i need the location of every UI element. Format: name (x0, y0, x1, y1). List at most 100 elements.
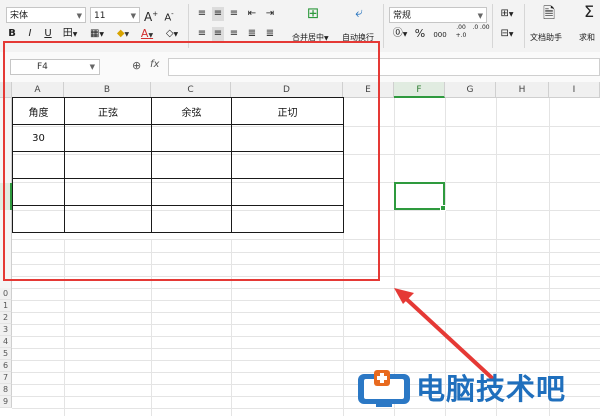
chevron-down-icon: ▼ (130, 12, 136, 20)
active-cell-f4[interactable] (394, 182, 446, 211)
number-format-select[interactable]: 常规 ▼ (389, 7, 487, 23)
column-header-g[interactable]: G (445, 82, 496, 98)
row-header[interactable]: 1 (0, 300, 12, 312)
document-helper-button[interactable]: 文档助手 (530, 32, 562, 43)
zoom-icon[interactable]: ⊕ (132, 59, 141, 72)
table-cell[interactable]: 30 (12, 124, 65, 152)
select-all-corner[interactable] (0, 82, 12, 98)
conditional-format-icon[interactable]: ⊞▼ (498, 7, 516, 22)
row-header[interactable]: 0 (0, 288, 12, 300)
table-cell[interactable] (12, 178, 65, 206)
table-style-icon[interactable]: ⊟▼ (498, 27, 516, 42)
row-header[interactable]: 8 (0, 384, 12, 396)
fx-icon[interactable]: fx (150, 59, 159, 70)
table-cell[interactable] (12, 205, 65, 233)
font-size-select[interactable]: 11 ▼ (90, 7, 140, 23)
chevron-down-icon: ▼ (477, 12, 483, 20)
column-header-e[interactable]: E (343, 82, 394, 98)
row-header[interactable]: 7 (0, 372, 12, 384)
document-helper-icon[interactable]: 🗎 (538, 6, 560, 21)
column-header-h[interactable]: H (496, 82, 549, 98)
gridline (12, 264, 600, 265)
format-painter-icon[interactable]: ▦▼ (86, 27, 108, 42)
fill-handle[interactable] (440, 205, 446, 211)
wrap-text-icon[interactable]: ⤶ (348, 6, 370, 20)
name-box[interactable]: F4 ▼ (10, 59, 100, 75)
align-bottom-icon[interactable]: ≡ (228, 7, 240, 21)
gridline (12, 312, 600, 313)
thousand-separator-button[interactable]: 000 (430, 28, 450, 42)
table-cell[interactable] (231, 205, 344, 233)
table-header-cell[interactable]: 余弦 (151, 97, 232, 125)
indent-increase-icon[interactable]: ⇥ (264, 7, 276, 21)
percent-button[interactable]: % (414, 27, 426, 41)
distribute-icon[interactable]: ≣ (264, 27, 276, 41)
font-name-select[interactable]: 宋体 ▼ (6, 7, 86, 23)
table-cell[interactable] (231, 151, 344, 179)
sum-button[interactable]: 求和 (579, 32, 595, 43)
merge-center-button[interactable]: 合并居中▼ (292, 32, 329, 43)
align-center-icon[interactable]: ≡ (212, 27, 224, 41)
decrease-decimal-button[interactable]: .0 .00 (472, 24, 490, 32)
row-header[interactable]: 3 (0, 324, 12, 336)
indent-decrease-icon[interactable]: ⇤ (246, 7, 258, 21)
align-middle-icon[interactable]: ≡ (212, 7, 224, 21)
column-header-d[interactable]: D (231, 82, 343, 98)
align-top-icon[interactable]: ≡ (196, 7, 208, 21)
table-cell[interactable] (151, 124, 232, 152)
border-icon[interactable]: 田▼ (60, 27, 80, 42)
divider (188, 4, 189, 48)
divider (524, 4, 525, 48)
divider (383, 4, 384, 48)
row-header[interactable]: 4 (0, 336, 12, 348)
formula-input[interactable] (168, 58, 600, 76)
justify-icon[interactable]: ≣ (246, 27, 258, 41)
gridline (12, 360, 600, 361)
table-cell[interactable] (151, 205, 232, 233)
align-right-icon[interactable]: ≡ (228, 27, 240, 41)
row-header[interactable]: 5 (0, 348, 12, 360)
table-header-cell[interactable]: 正切 (231, 97, 344, 125)
increase-decimal-button[interactable]: .00 +.0 (452, 24, 470, 40)
divider (492, 4, 493, 48)
sum-icon[interactable]: Σ (580, 4, 598, 20)
merge-center-icon[interactable]: ⊞ (302, 6, 324, 21)
table-cell[interactable] (151, 178, 232, 206)
font-color-icon[interactable]: A▼ (138, 27, 156, 43)
chevron-down-icon: ▼ (76, 12, 82, 20)
table-cell[interactable] (64, 124, 152, 152)
table-cell[interactable] (64, 178, 152, 206)
table-header-cell[interactable]: 角度 (12, 97, 65, 125)
table-cell[interactable] (64, 151, 152, 179)
column-header-c[interactable]: C (151, 82, 231, 98)
gridline (12, 276, 600, 277)
column-header-f[interactable]: F (394, 82, 445, 98)
row-header[interactable]: 9 (0, 396, 12, 408)
align-left-icon[interactable]: ≡ (196, 27, 208, 41)
clear-format-icon[interactable]: ◇▼ (162, 27, 182, 42)
table-cell[interactable] (151, 151, 232, 179)
row-header[interactable]: 2 (0, 312, 12, 324)
column-header-a[interactable]: A (12, 82, 64, 98)
currency-icon[interactable]: ⓪▼ (392, 27, 408, 42)
italic-button[interactable]: I (24, 27, 36, 41)
fill-color-icon[interactable]: ◆▼ (112, 27, 134, 42)
table-cell[interactable] (231, 178, 344, 206)
underline-button[interactable]: U (42, 27, 54, 41)
table-cell[interactable] (12, 151, 65, 179)
table-cell[interactable] (231, 124, 344, 152)
table-row (12, 178, 344, 206)
wrap-text-button[interactable]: 自动换行 (342, 32, 374, 43)
row-header-selected[interactable] (0, 183, 12, 210)
table-header-cell[interactable]: 正弦 (64, 97, 152, 125)
table-cell[interactable] (64, 205, 152, 233)
column-header-b[interactable]: B (64, 82, 151, 98)
row-header[interactable]: 6 (0, 360, 12, 372)
shrink-font-button[interactable]: A- (162, 7, 176, 25)
column-header-i[interactable]: I (549, 82, 600, 98)
gridline (12, 239, 600, 240)
gridline (12, 288, 600, 289)
bold-button[interactable]: B (6, 27, 18, 41)
table-row (12, 151, 344, 179)
grow-font-button[interactable]: A+ (144, 7, 158, 24)
